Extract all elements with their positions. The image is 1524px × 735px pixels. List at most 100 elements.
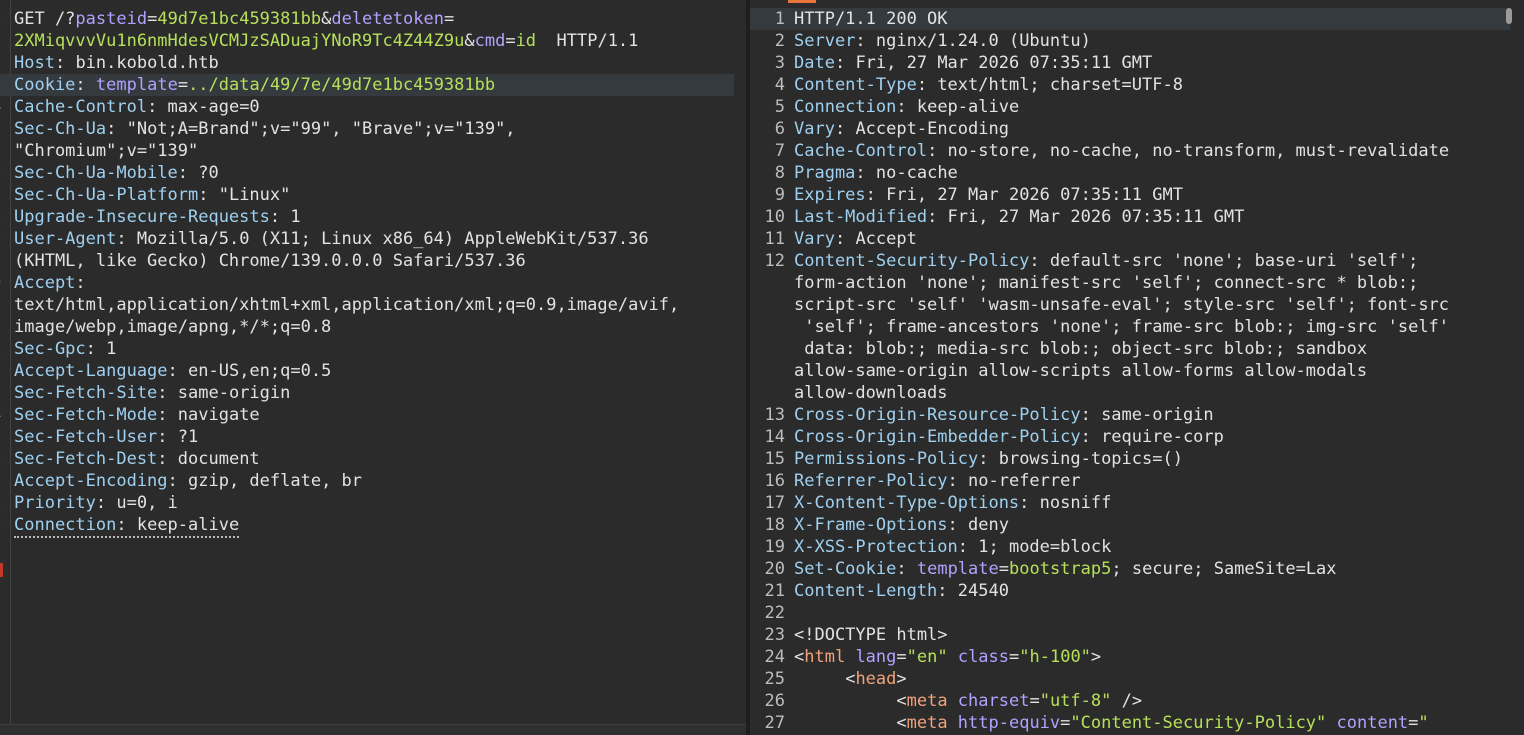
request-row: 9 User-Agent: Mozilla/5.0 (X11; Linux x86… bbox=[0, 228, 734, 250]
request-row: 3 Sec-Fetch-Site: same-origin bbox=[0, 382, 734, 404]
header-value: text/html,application/xhtml+xml,applicat… bbox=[14, 295, 680, 315]
header-name: X-Content-Type-Options bbox=[794, 493, 1020, 513]
attr-value: "h-100" bbox=[1019, 647, 1091, 667]
equals: = bbox=[505, 31, 516, 51]
line-number: 23 bbox=[764, 625, 785, 645]
header-name: Accept-Encoding bbox=[14, 471, 168, 491]
colon: : bbox=[1080, 405, 1091, 425]
request-row: (KHTML, like Gecko) Chrome/139.0.0.0 Saf… bbox=[0, 250, 734, 272]
request-header: Sec-Ch-Ua-Platform: "Linux" bbox=[14, 184, 290, 206]
colon: : bbox=[85, 339, 96, 359]
header-name: X-XSS-Protection bbox=[794, 537, 958, 557]
response-row: 20 Set-Cookie: template=bootstrap5; secur… bbox=[750, 558, 1510, 580]
header-value: nginx/1.24.0 (Ubuntu) bbox=[865, 31, 1091, 51]
colon: : bbox=[855, 31, 866, 51]
request-header: text/html,application/xhtml+xml,applicat… bbox=[14, 294, 679, 316]
line-number: 4 bbox=[0, 96, 1, 118]
response-row: 1 HTTP/1.1 200 OK bbox=[750, 8, 1510, 30]
header-name: Sec-Fetch-User bbox=[14, 427, 158, 447]
status-line: allow-same-origin allow-scripts allow-fo… bbox=[794, 361, 1368, 381]
header-value: default-src 'none'; base-uri 'self'; bbox=[1039, 251, 1419, 271]
colon: : bbox=[1029, 251, 1040, 271]
header-value: deny bbox=[957, 515, 1009, 535]
response-row: 21 Content-Length: 24540 bbox=[750, 580, 1510, 602]
line-number: 8 bbox=[0, 206, 1, 228]
response-html-row: 24 <html lang="en" class="h-100"> bbox=[750, 646, 1510, 668]
equals: = bbox=[998, 559, 1009, 579]
response-row: script-src 'self' 'wasm-unsafe-eval'; st… bbox=[750, 294, 1510, 316]
response-row: 12 Content-Security-Policy: default-src '… bbox=[750, 250, 1510, 272]
status-line: HTTP/1.1 200 OK bbox=[794, 9, 948, 29]
header-value: Accept-Encoding bbox=[845, 119, 1009, 139]
line-number: 25 bbox=[764, 669, 785, 689]
request-header: Sec-Fetch-Mode: navigate bbox=[14, 404, 260, 426]
line-number: 2 bbox=[0, 360, 1, 382]
request-line-marker bbox=[0, 563, 3, 577]
header-value: (KHTML, like Gecko) Chrome/139.0.0.0 Saf… bbox=[14, 251, 526, 271]
colon: : bbox=[834, 53, 846, 73]
response-row: 15 Permissions-Policy: browsing-topics=() bbox=[750, 448, 1510, 470]
request-row: 0 Accept: bbox=[0, 272, 734, 294]
response-line: Pragma: no-cache bbox=[794, 162, 958, 184]
response-editor[interactable]: 1 HTTP/1.1 200 OK 2 Server: nginx/1.24.0 (U… bbox=[750, 0, 1524, 735]
header-value: keep-alive bbox=[906, 97, 1020, 117]
line-number: 13 bbox=[764, 405, 785, 425]
colon: : bbox=[157, 449, 168, 469]
protocol: HTTP/1.1 bbox=[536, 31, 639, 51]
colon: : bbox=[1080, 427, 1091, 447]
response-line: HTTP/1.1 200 OK bbox=[794, 8, 948, 30]
line-number: 12 bbox=[764, 251, 785, 271]
response-row: 9 Expires: Fri, 27 Mar 2026 07:35:11 GMT bbox=[750, 184, 1510, 206]
attr-name: charset bbox=[947, 691, 1030, 711]
colon: : bbox=[167, 471, 178, 491]
response-line: script-src 'self' 'wasm-unsafe-eval'; st… bbox=[794, 294, 1449, 316]
colon: : bbox=[865, 185, 876, 205]
request-header: "Chromium";v="139" bbox=[14, 140, 198, 162]
line-number: 2 bbox=[774, 31, 785, 51]
response-row: 19 X-XSS-Protection: 1; mode=block bbox=[750, 536, 1510, 558]
line-number: 15 bbox=[764, 449, 785, 469]
header-name: Content-Length bbox=[794, 581, 938, 601]
header-value: gzip, deflate, br bbox=[177, 471, 363, 491]
colon: : bbox=[916, 75, 928, 95]
response-row: form-action 'none'; manifest-src 'self';… bbox=[750, 272, 1510, 294]
colon: : bbox=[116, 515, 127, 535]
response-row: 3 Date: Fri, 27 Mar 2026 07:35:11 GMT bbox=[750, 52, 1510, 74]
request-row: 6 Sec-Fetch-Dest: document bbox=[0, 448, 734, 470]
line-number: 4 bbox=[0, 404, 1, 426]
response-line: Content-Security-Policy: default-src 'no… bbox=[794, 250, 1418, 272]
request-row: 5 Sec-Fetch-User: ?1 bbox=[0, 426, 734, 448]
equals: = bbox=[443, 9, 455, 29]
request-editor[interactable]: 1GET /?pasteid=49d7e1bc459381bb&deleteto… bbox=[0, 0, 746, 735]
equals: = bbox=[1009, 647, 1020, 667]
header-name: Sec-Fetch-Site bbox=[14, 383, 158, 403]
tag-bracket: > bbox=[1090, 647, 1102, 667]
response-line: Expires: Fri, 27 Mar 2026 07:35:11 GMT bbox=[794, 184, 1183, 206]
colon: : bbox=[157, 427, 168, 447]
colon: : bbox=[116, 229, 127, 249]
colon: : bbox=[147, 97, 158, 117]
line-number: 10 bbox=[764, 207, 785, 227]
colon: : bbox=[896, 559, 907, 579]
colon: : bbox=[54, 53, 66, 73]
request-row: 6 Sec-Ch-Ua-Mobile: ?0 bbox=[0, 162, 734, 184]
colon: : bbox=[95, 493, 107, 513]
attr-name: http-equiv bbox=[947, 713, 1061, 733]
header-value: navigate bbox=[167, 405, 260, 425]
colon: : bbox=[269, 207, 281, 227]
request-horizontal-scrollbar[interactable] bbox=[0, 724, 746, 735]
request-row: 7 Sec-Ch-Ua-Platform: "Linux" bbox=[0, 184, 734, 206]
line-number: 4 bbox=[774, 75, 785, 95]
response-line: form-action 'none'; manifest-src 'self';… bbox=[794, 272, 1418, 294]
response-vertical-scrollbar[interactable] bbox=[1506, 8, 1512, 24]
header-name: Connection bbox=[794, 97, 897, 117]
header-value: 24540 bbox=[947, 581, 1009, 601]
request-row: 2 Accept-Language: en-US,en;q=0.5 bbox=[0, 360, 734, 382]
header-name: Sec-Ch-Ua-Mobile bbox=[14, 163, 178, 183]
status-line: 'self'; frame-ancestors 'none'; frame-sr… bbox=[794, 317, 1450, 337]
param-name: cmd bbox=[474, 31, 506, 51]
line-number: 8 bbox=[774, 163, 785, 183]
header-value: 1 bbox=[280, 207, 301, 227]
